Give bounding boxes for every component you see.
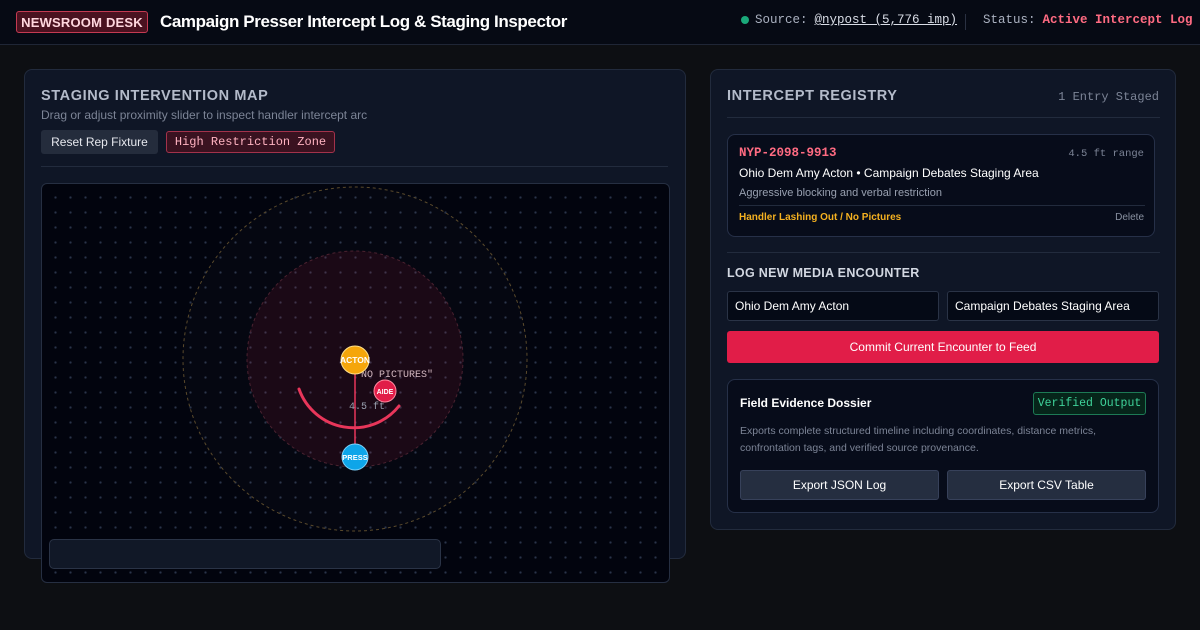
live-status-dot-icon xyxy=(741,16,749,24)
staging-map[interactable]: "NO PICTURES" 4.5 ft ACTON AIDE PRESS xyxy=(41,183,670,583)
map-panel-title: STAGING INTERVENTION MAP xyxy=(41,88,269,104)
press-marker[interactable]: PRESS xyxy=(341,443,369,471)
export-csv-button[interactable]: Export CSV Table xyxy=(947,470,1146,500)
staging-map-panel: STAGING INTERVENTION MAP Drag or adjust … xyxy=(24,69,686,583)
entry-id: NYP-2098-9913 xyxy=(739,146,837,160)
press-marker-label: PRESS xyxy=(342,453,367,462)
entry-count: 1 Entry Staged xyxy=(1058,90,1159,104)
entry-description: Aggressive blocking and verbal restricti… xyxy=(739,187,942,199)
source-link[interactable]: @nypost (5,776 imp) xyxy=(815,13,958,27)
entry-divider xyxy=(739,205,1145,206)
acton-marker[interactable]: ACTON xyxy=(340,345,370,375)
registry-divider-2 xyxy=(727,252,1160,253)
restriction-zone-chip: High Restriction Zone xyxy=(166,131,335,153)
entry-confrontation-tag: Handler Lashing Out / No Pictures xyxy=(739,212,902,223)
header-divider xyxy=(965,14,966,30)
entry-range: 4.5 ft range xyxy=(1068,148,1144,160)
status-indicator: Status: Active Intercept Log xyxy=(983,13,1193,27)
source-indicator: Source: @nypost (5,776 imp) xyxy=(741,13,957,27)
top-bar: NEWSROOM DESK Campaign Presser Intercept… xyxy=(0,0,1200,45)
map-panel-subtitle: Drag or adjust proximity slider to inspe… xyxy=(41,108,368,122)
reset-rep-fixture-button[interactable]: Reset Rep Fixture xyxy=(41,130,158,154)
entry-subject-location: Ohio Dem Amy Acton • Campaign Debates St… xyxy=(739,166,1039,180)
field-evidence-dossier: Field Evidence Dossier Verified Output E… xyxy=(727,379,1159,513)
staging-map-canvas: "NO PICTURES" 4.5 ft ACTON AIDE PRESS xyxy=(182,186,528,532)
intercept-registry-panel: INTERCEPT REGISTRY 1 Entry Staged NYP-20… xyxy=(710,69,1176,530)
proximity-slider[interactable] xyxy=(49,539,441,569)
registry-entry-card[interactable]: NYP-2098-9913 4.5 ft range Ohio Dem Amy … xyxy=(727,134,1155,237)
log-encounter-title: LOG NEW MEDIA ENCOUNTER xyxy=(727,266,920,280)
dossier-description: Exports complete structured timeline inc… xyxy=(740,425,1096,454)
location-input[interactable] xyxy=(947,291,1159,321)
acton-marker-label: ACTON xyxy=(340,355,370,365)
subject-input[interactable] xyxy=(727,291,939,321)
distance-label: 4.5 ft xyxy=(349,401,385,413)
status-label: Status: xyxy=(983,13,1036,27)
status-value: Active Intercept Log xyxy=(1042,13,1193,27)
source-label: Source: xyxy=(755,13,808,27)
registry-divider xyxy=(727,117,1160,118)
aide-marker-label: AIDE xyxy=(377,389,394,396)
aide-marker[interactable]: AIDE xyxy=(373,379,397,403)
newsroom-badge: NEWSROOM DESK xyxy=(16,11,148,33)
dossier-title: Field Evidence Dossier xyxy=(740,396,872,410)
registry-title: INTERCEPT REGISTRY xyxy=(727,88,898,104)
app-title: Campaign Presser Intercept Log & Staging… xyxy=(160,12,567,31)
no-pictures-quote: "NO PICTURES" xyxy=(355,369,433,381)
map-divider xyxy=(41,166,668,167)
commit-encounter-button[interactable]: Commit Current Encounter to Feed xyxy=(727,331,1159,363)
verified-output-chip: Verified Output xyxy=(1033,392,1146,415)
export-json-button[interactable]: Export JSON Log xyxy=(740,470,939,500)
delete-entry-button[interactable]: Delete xyxy=(1115,212,1144,223)
